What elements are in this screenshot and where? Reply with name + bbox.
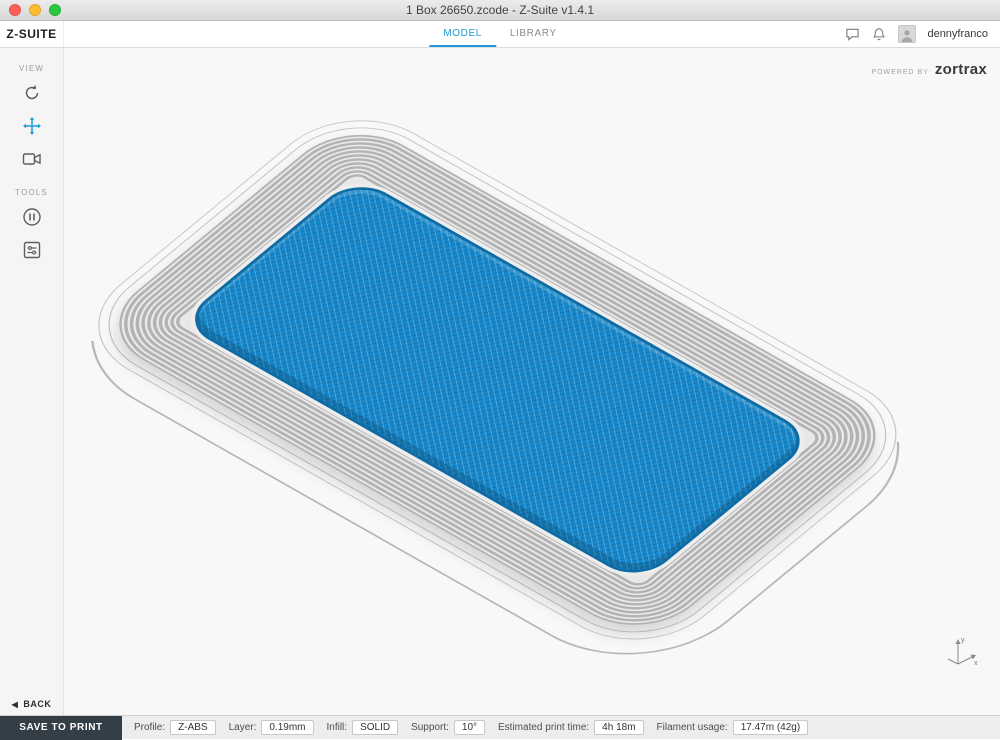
field-profile-value: Z-ABS xyxy=(170,720,215,735)
model-settings-icon[interactable] xyxy=(16,237,48,263)
field-infill: Infill: SOLID xyxy=(327,720,399,735)
left-toolbar: VIEW TOOLS ◀ BACK xyxy=(0,48,64,715)
camera-icon[interactable] xyxy=(16,146,48,172)
username[interactable]: dennyfranco xyxy=(927,28,988,40)
powered-by-brand: POWERED BY zortrax xyxy=(871,61,987,78)
field-print-time-value: 4h 18m xyxy=(594,720,643,735)
field-print-time-label: Estimated print time: xyxy=(498,722,589,733)
zortrax-brand-logo: zortrax xyxy=(935,61,987,78)
viewport-3d[interactable]: POWERED BY zortrax y x xyxy=(64,48,1000,715)
field-filament-usage-label: Filament usage: xyxy=(657,722,728,733)
tools-section-label: TOOLS xyxy=(15,188,48,197)
save-to-print-button[interactable]: SAVE TO PRINT xyxy=(0,716,122,740)
axis-y-label: y xyxy=(961,637,965,644)
back-label: BACK xyxy=(23,699,51,709)
back-button[interactable]: ◀ BACK xyxy=(0,693,63,715)
field-print-time: Estimated print time: 4h 18m xyxy=(498,720,644,735)
main-tabs: MODEL LIBRARY xyxy=(429,21,570,47)
move-icon[interactable] xyxy=(16,113,48,139)
field-layer: Layer: 0.19mm xyxy=(229,720,314,735)
window-titlebar: 1 Box 26650.zcode - Z-Suite v1.4.1 xyxy=(0,0,1000,21)
field-layer-label: Layer: xyxy=(229,722,257,733)
app-header: Z-SUITE MODEL LIBRARY dennyfranco xyxy=(0,21,1000,48)
status-bar: SAVE TO PRINT Profile: Z-ABS Layer: 0.19… xyxy=(0,715,1000,739)
window-title: 1 Box 26650.zcode - Z-Suite v1.4.1 xyxy=(406,3,594,17)
zsuite-logo: Z-SUITE xyxy=(0,21,64,47)
sliced-model[interactable] xyxy=(90,115,905,645)
message-icon[interactable] xyxy=(844,26,860,42)
field-support-value: 10° xyxy=(454,720,485,735)
header-right: dennyfranco xyxy=(844,21,1000,47)
zoom-button[interactable] xyxy=(49,4,61,16)
window-controls xyxy=(9,4,61,16)
powered-by-label: POWERED BY xyxy=(871,69,928,76)
field-filament-usage-value: 17.47m (42g) xyxy=(733,720,808,735)
close-button[interactable] xyxy=(9,4,21,16)
field-infill-value: SOLID xyxy=(352,720,398,735)
tab-model[interactable]: MODEL xyxy=(429,21,496,47)
bell-icon[interactable] xyxy=(871,26,887,42)
tab-library[interactable]: LIBRARY xyxy=(496,21,571,47)
view-section-label: VIEW xyxy=(19,64,44,73)
field-support: Support: 10° xyxy=(411,720,485,735)
axis-x-label: x xyxy=(974,660,978,667)
avatar-icon[interactable] xyxy=(898,25,916,43)
print-summary-fields: Profile: Z-ABS Layer: 0.19mm Infill: SOL… xyxy=(134,720,808,735)
pause-icon[interactable] xyxy=(16,204,48,230)
minimize-button[interactable] xyxy=(29,4,41,16)
back-arrow-icon: ◀ xyxy=(12,700,19,709)
field-profile: Profile: Z-ABS xyxy=(134,720,216,735)
field-filament-usage: Filament usage: 17.47m (42g) xyxy=(657,720,809,735)
rotate-icon[interactable] xyxy=(16,80,48,106)
field-profile-label: Profile: xyxy=(134,722,165,733)
field-support-label: Support: xyxy=(411,722,449,733)
field-layer-value: 0.19mm xyxy=(261,720,313,735)
axis-gizmo: y x xyxy=(936,632,980,675)
field-infill-label: Infill: xyxy=(327,722,348,733)
main-area: VIEW TOOLS ◀ BACK POWERED BY zortrax xyxy=(0,48,1000,715)
